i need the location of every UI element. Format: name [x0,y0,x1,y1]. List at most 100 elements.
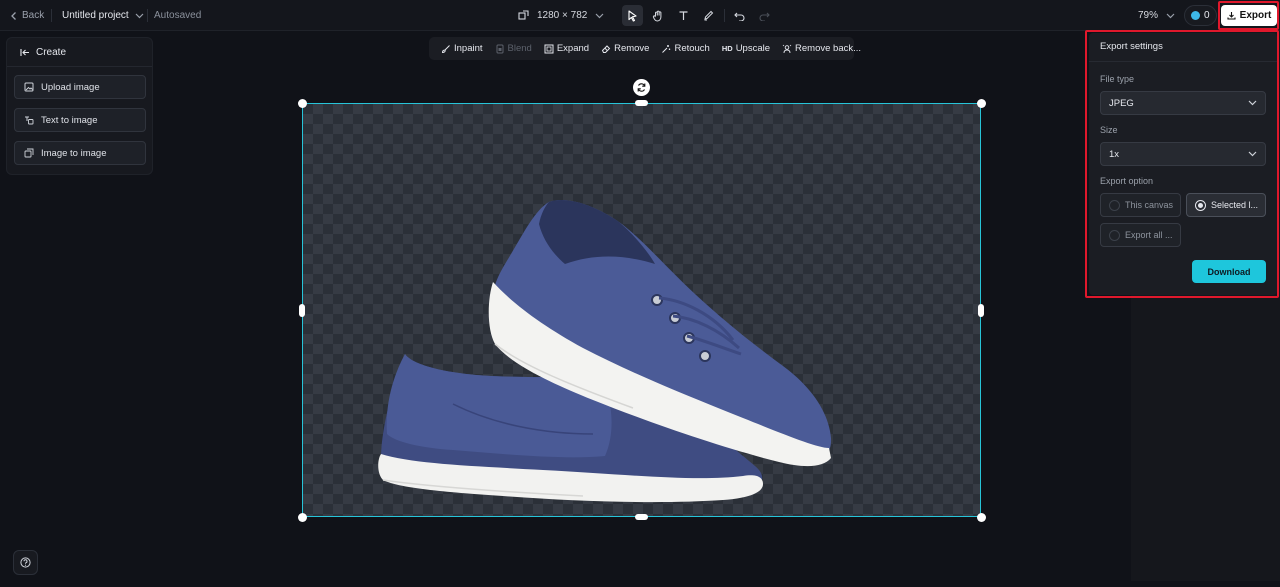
remove-background-label: Remove back... [795,43,862,54]
radio-unselected-icon [1109,229,1120,241]
draw-tool[interactable] [698,5,719,26]
top-bar: Back Untitled project Autosaved 1280 × 7… [0,0,1280,31]
divider [724,9,725,22]
zoom-dropdown[interactable]: 79% [1138,0,1175,31]
export-settings-panel: Export settings File type JPEG Size 1x E… [1089,33,1277,295]
credit-coin-icon [1191,11,1200,20]
blend-button[interactable]: Blend [489,37,538,60]
chevron-down-icon [595,13,604,19]
project-name: Untitled project [62,10,129,21]
image-to-image-button[interactable]: Image to image [14,141,146,165]
resize-handle-left[interactable] [299,304,305,317]
redo-icon [759,11,770,21]
export-all-option[interactable]: Export all ... [1100,223,1181,247]
file-type-value: JPEG [1109,97,1134,109]
resize-handle-top[interactable] [635,100,648,106]
retouch-icon [661,44,671,54]
export-all-label: Export all ... [1125,230,1173,240]
create-panel: Create Upload image Text to image Image … [6,37,153,175]
divider [147,9,148,22]
rotate-handle[interactable] [633,79,650,96]
text-icon [678,10,689,21]
selected-layers-label: Selected l... [1211,200,1259,210]
radio-unselected-icon [1109,199,1120,211]
remove-background-button[interactable]: Remove back... [776,37,867,60]
chevron-down-icon [1166,13,1175,19]
back-button[interactable]: Back [10,0,44,31]
upload-image-label: Upload image [41,81,100,93]
blend-label: Blend [507,43,532,54]
canvas-size-dropdown[interactable]: 1280 × 782 [518,0,604,31]
select-tool[interactable] [622,5,643,26]
download-button[interactable]: Download [1192,260,1266,283]
text-to-image-icon [24,115,34,125]
create-panel-header[interactable]: Create [7,38,152,67]
resize-handle-bottom-left[interactable] [298,513,307,522]
expand-button[interactable]: Expand [538,37,595,60]
chevron-down-icon [1248,100,1257,106]
create-title: Create [36,46,67,58]
brush-icon [441,44,451,54]
upload-image-icon [24,82,34,92]
inpaint-button[interactable]: Inpaint [435,37,489,60]
zoom-level: 79% [1138,10,1159,21]
project-name-dropdown[interactable]: Untitled project [62,0,144,31]
text-tool[interactable] [673,5,694,26]
inpaint-label: Inpaint [454,43,483,54]
chevron-left-icon [10,11,18,21]
this-canvas-label: This canvas [1125,200,1174,210]
size-label: Size [1100,125,1118,135]
resize-handle-bottom-right[interactable] [977,513,986,522]
text-to-image-button[interactable]: Text to image [14,108,146,132]
retouch-label: Retouch [674,43,710,54]
upscale-label: Upscale [735,43,771,54]
remove-button[interactable]: Remove [595,37,655,60]
hand-tool[interactable] [647,5,668,26]
hd-icon: HD [721,44,733,53]
expand-icon [544,44,554,54]
export-label: Export [1239,10,1272,21]
image-to-image-icon [24,148,34,158]
help-icon [20,557,31,568]
remove-label: Remove [614,43,650,54]
undo-button[interactable] [729,5,750,26]
eraser-icon [601,44,611,54]
resize-handle-right[interactable] [978,304,984,317]
text-to-image-label: Text to image [41,114,98,126]
rotate-icon [636,82,647,93]
image-to-image-label: Image to image [41,147,107,159]
blend-icon [495,44,505,54]
export-settings-title: Export settings [1100,41,1163,52]
pen-icon [703,10,714,21]
upload-image-button[interactable]: Upload image [14,75,146,99]
file-type-label: File type [1100,74,1135,84]
shoes-image [378,200,832,503]
cursor-icon [627,9,638,22]
file-type-select[interactable]: JPEG [1100,91,1266,115]
chevron-down-icon [1248,151,1257,157]
radio-selected-icon [1195,199,1206,211]
this-canvas-option[interactable]: This canvas [1100,193,1181,217]
chevron-down-icon [135,13,144,19]
size-value: 1x [1109,148,1120,160]
export-button[interactable]: Export [1221,5,1277,26]
selected-layers-option[interactable]: Selected l... [1186,193,1266,217]
size-select[interactable]: 1x [1100,142,1266,166]
collapse-panel-icon [20,48,30,57]
canvas-image[interactable] [302,103,981,517]
remove-background-icon [782,44,792,54]
edit-toolbar: Inpaint Blend Expand Remove Retouch HD U… [429,37,861,60]
export-option-label: Export option [1100,176,1154,186]
credits-badge[interactable]: 0 [1184,5,1217,26]
help-button[interactable] [13,550,38,575]
resize-handle-bottom[interactable] [635,514,648,520]
redo-button[interactable] [754,5,775,26]
autosave-status: Autosaved [154,10,202,21]
resize-handle-top-right[interactable] [977,99,986,108]
download-icon [1227,11,1236,20]
back-label: Back [22,10,45,21]
resize-handle-top-left[interactable] [298,99,307,108]
hand-icon [652,10,664,22]
upscale-button[interactable]: HD Upscale [716,37,776,60]
retouch-button[interactable]: Retouch [655,37,715,60]
